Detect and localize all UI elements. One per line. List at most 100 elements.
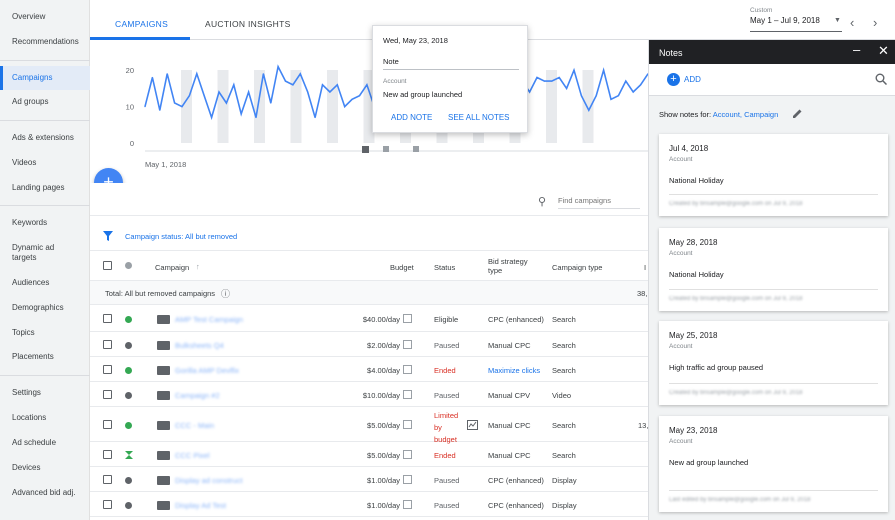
- nav-dynamic-ad-targets[interactable]: Dynamic ad targets: [12, 243, 72, 263]
- nav-videos[interactable]: Videos: [12, 158, 36, 168]
- nav-ad-schedule[interactable]: Ad schedule: [12, 438, 56, 448]
- select-all-checkbox[interactable]: [103, 261, 112, 270]
- table-row[interactable]: CCC - Main $5.00/day Limited by budget Manu…: [90, 407, 648, 444]
- minimize-icon[interactable]: –: [853, 42, 860, 57]
- data-point[interactable]: [573, 69, 575, 71]
- row-checkbox[interactable]: [103, 340, 112, 349]
- col-extra[interactable]: I: [644, 263, 646, 272]
- data-point[interactable]: [580, 95, 582, 97]
- table-row[interactable]: AMP Test Campaign $40.00/day Eligible CPC (…: [90, 306, 648, 332]
- nav-locations[interactable]: Locations: [12, 413, 46, 423]
- add-icon[interactable]: +: [667, 73, 680, 86]
- campaign-name[interactable]: AMP Test Campaign: [175, 315, 243, 324]
- budget-chart-icon[interactable]: [403, 390, 412, 399]
- close-icon[interactable]: ✕: [878, 43, 889, 59]
- data-point[interactable]: [558, 76, 560, 79]
- budget-chart-icon[interactable]: [403, 475, 412, 484]
- table-row[interactable]: Campaign #2 $10.00/day Paused Manual CPV Vid…: [90, 382, 648, 407]
- see-all-notes-button[interactable]: SEE ALL NOTES: [448, 113, 510, 122]
- nav-campaigns[interactable]: Campaigns: [12, 73, 52, 83]
- note-card[interactable]: May 23, 2018 Account New ad group launch…: [659, 416, 888, 512]
- tab-auction-insights[interactable]: AUCTION INSIGHTS: [205, 19, 291, 29]
- status-dot[interactable]: [125, 477, 132, 484]
- campaign-name[interactable]: Campaign #2: [175, 391, 220, 400]
- data-point[interactable]: [262, 73, 264, 75]
- data-point[interactable]: [366, 84, 368, 86]
- col-budget[interactable]: Budget: [390, 263, 414, 272]
- nav-audiences[interactable]: Audiences: [12, 278, 49, 288]
- table-row[interactable]: Bulksheets Q4 $2.00/day Paused Manual CPC Se…: [90, 332, 648, 357]
- budget-chart-icon[interactable]: [403, 450, 412, 459]
- status-dot[interactable]: [125, 422, 132, 429]
- budget-value[interactable]: $2.00/day: [360, 341, 400, 350]
- row-checkbox[interactable]: [103, 314, 112, 323]
- budget-chart-icon[interactable]: [403, 314, 412, 323]
- row-checkbox[interactable]: [103, 365, 112, 374]
- status-dot[interactable]: [125, 392, 132, 399]
- data-point[interactable]: [277, 66, 279, 68]
- next-period-icon[interactable]: ›: [873, 15, 877, 30]
- nav-landing-pages[interactable]: Landing pages: [12, 183, 65, 193]
- data-point[interactable]: [255, 116, 257, 119]
- campaign-name[interactable]: CCC - Main: [175, 421, 214, 430]
- nav-keywords[interactable]: Keywords: [12, 218, 47, 228]
- table-row[interactable]: Gorilla AMP Devlfix $4.00/day Ended Maximiz…: [90, 357, 648, 382]
- nav-placements[interactable]: Placements: [12, 352, 54, 362]
- data-point[interactable]: [329, 91, 331, 93]
- row-checkbox[interactable]: [103, 390, 112, 399]
- campaign-name[interactable]: Display Ad Test: [175, 501, 226, 510]
- budget-chart-icon[interactable]: [403, 420, 412, 429]
- data-point[interactable]: [166, 73, 168, 75]
- status-dot[interactable]: [125, 367, 132, 374]
- data-point[interactable]: [536, 76, 538, 79]
- data-point[interactable]: [225, 102, 227, 104]
- table-row[interactable]: Display Ad Test $1.00/day Paused CPC (enhan…: [90, 492, 648, 517]
- data-point[interactable]: [617, 95, 620, 97]
- show-notes-for-value[interactable]: Account, Campaign: [713, 110, 778, 119]
- search-icon[interactable]: [875, 73, 887, 85]
- data-point[interactable]: [299, 73, 301, 75]
- data-point[interactable]: [344, 106, 346, 108]
- row-checkbox[interactable]: [103, 475, 112, 484]
- nav-overview[interactable]: Overview: [12, 12, 45, 22]
- budget-value[interactable]: $10.00/day: [360, 391, 400, 400]
- data-point[interactable]: [284, 80, 287, 82]
- data-point[interactable]: [159, 109, 161, 111]
- data-point[interactable]: [551, 80, 553, 82]
- data-point[interactable]: [292, 84, 294, 86]
- nav-demographics[interactable]: Demographics: [12, 303, 64, 313]
- data-point[interactable]: [203, 95, 205, 97]
- data-point[interactable]: [543, 80, 545, 82]
- budget-value[interactable]: $1.00/day: [360, 476, 400, 485]
- status-dot[interactable]: [125, 316, 132, 323]
- data-point[interactable]: [632, 91, 634, 93]
- row-checkbox[interactable]: [103, 450, 112, 459]
- status-dot[interactable]: [125, 502, 132, 509]
- budget-chart-icon[interactable]: [403, 365, 412, 374]
- data-point[interactable]: [336, 84, 338, 86]
- note-card[interactable]: May 28, 2018 Account National Holiday Cr…: [659, 228, 888, 311]
- help-icon[interactable]: ⓘ: [221, 287, 230, 300]
- add-note-link[interactable]: ADD: [684, 75, 701, 84]
- note-card[interactable]: Jul 4, 2018 Account National Holiday Cre…: [659, 134, 888, 216]
- data-point[interactable]: [307, 91, 309, 93]
- budget-value[interactable]: $5.00/day: [360, 421, 400, 430]
- col-campaign[interactable]: Campaign: [155, 263, 189, 272]
- status-dot[interactable]: [125, 342, 132, 349]
- data-point[interactable]: [610, 98, 612, 100]
- row-checkbox[interactable]: [103, 420, 112, 429]
- campaign-name[interactable]: CCC Pixel: [175, 451, 210, 460]
- budget-value[interactable]: $5.00/day: [360, 451, 400, 460]
- nav-advanced-bid-adj[interactable]: Advanced bid adj.: [12, 488, 76, 498]
- note-input-label[interactable]: Note: [383, 57, 399, 66]
- budget-value[interactable]: $1.00/day: [360, 501, 400, 510]
- data-point[interactable]: [218, 91, 220, 93]
- trend-icon[interactable]: [467, 420, 478, 430]
- data-point[interactable]: [595, 95, 597, 97]
- tab-campaigns[interactable]: CAMPAIGNS: [115, 19, 168, 29]
- col-campaign-type[interactable]: Campaign type: [552, 263, 602, 272]
- nav-settings[interactable]: Settings: [12, 388, 41, 398]
- prev-period-icon[interactable]: ‹: [850, 15, 854, 30]
- add-note-button[interactable]: ADD NOTE: [391, 113, 432, 122]
- campaign-name[interactable]: Bulksheets Q4: [175, 341, 224, 350]
